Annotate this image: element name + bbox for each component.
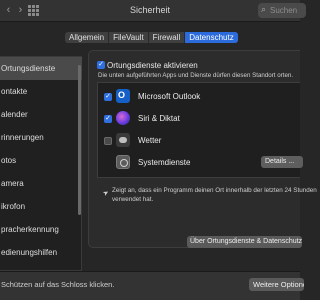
list-item: Systemdienste Details ... <box>98 152 303 174</box>
location-usage-note: Zeigt an, dass ein Programm deinen Ort i… <box>112 186 317 204</box>
more-options-button[interactable]: Weitere Optionen <box>249 278 304 291</box>
tab-datenschutz[interactable]: Datenschutz <box>185 32 238 43</box>
sidebar-item-kontakte[interactable]: ontakte <box>0 80 82 103</box>
outlook-checkbox[interactable]: ✓ <box>104 93 112 101</box>
search-input[interactable] <box>270 4 306 17</box>
location-apps-list: ✓ Microsoft Outlook ✓ Siri & Diktat Wett… <box>97 82 303 178</box>
sidebar-item-kalender[interactable]: alender <box>0 103 82 126</box>
sidebar-item-bedienungshilfen[interactable]: edienungshilfen <box>0 241 82 264</box>
tab-bar: Allgemein FileVault Firewall Datenschutz <box>65 32 238 43</box>
tab-allgemein[interactable]: Allgemein <box>65 32 110 43</box>
search-field[interactable]: ⌕ <box>258 3 306 18</box>
tab-firewall[interactable]: Firewall <box>149 32 186 43</box>
list-item: ✓ Siri & Diktat <box>98 108 301 130</box>
details-button[interactable]: Details ... <box>261 156 303 168</box>
title-bar: ‹ › Sicherheit ⌕ <box>0 0 306 22</box>
siri-checkbox[interactable]: ✓ <box>104 115 112 123</box>
app-name: Systemdienste <box>138 158 191 167</box>
about-location-privacy-button[interactable]: Über Ortungsdienste & Datenschutz <box>187 236 302 248</box>
sidebar-scrollbar[interactable] <box>78 65 81 215</box>
location-description: Die unten aufgeführten Apps und Dienste … <box>98 72 294 79</box>
enable-location-label[interactable]: Ortungsdienste aktivieren <box>107 61 198 70</box>
sidebar-item-ortungsdienste[interactable]: Ortungsdienste <box>0 57 82 80</box>
list-item: ✓ Microsoft Outlook <box>98 86 301 108</box>
sidebar-item-mikrofon[interactable]: ikrofon <box>0 195 82 218</box>
sidebar-item-erinnerungen[interactable]: rinnerungen <box>0 126 82 149</box>
sidebar-item-spracherkennung[interactable]: pracherkennung <box>0 218 82 241</box>
app-name: Siri & Diktat <box>138 114 180 123</box>
weather-icon <box>116 133 130 147</box>
enable-location-checkbox[interactable]: ✓ <box>97 61 105 69</box>
outlook-icon <box>116 89 130 103</box>
sidebar-item-kamera[interactable]: amera <box>0 172 82 195</box>
window-title: Sicherheit <box>129 5 171 15</box>
siri-icon <box>116 111 130 125</box>
app-name: Microsoft Outlook <box>138 92 201 101</box>
list-item: Wetter <box>98 130 301 152</box>
tab-filevault[interactable]: FileVault <box>109 32 149 43</box>
system-services-icon <box>116 155 130 169</box>
note-line-2: verwendet hat. <box>112 196 154 203</box>
privacy-category-list: Ortungsdienste ontakte alender rinnerung… <box>0 56 82 271</box>
search-icon: ⌕ <box>261 4 267 14</box>
note-line-1: Zeigt an, dass ein Programm deinen Ort i… <box>112 187 317 194</box>
app-name: Wetter <box>138 136 162 145</box>
weather-checkbox[interactable] <box>104 137 112 145</box>
sidebar-item-fotos[interactable]: otos <box>0 149 82 172</box>
lock-hint-text: Schützen auf das Schloss klicken. <box>1 280 115 289</box>
